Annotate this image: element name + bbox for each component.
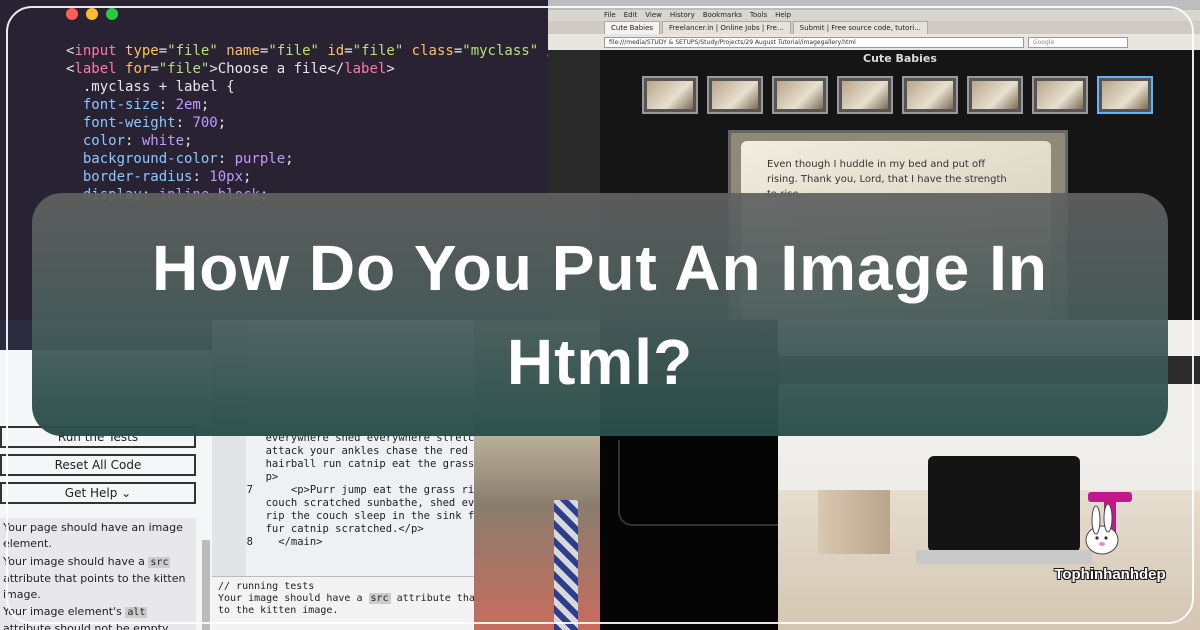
- gallery-thumbnail[interactable]: [707, 76, 763, 114]
- browser-menubar: File Edit View History Bookmarks Tools Help: [548, 10, 1200, 21]
- code-line: border-radius: 10px;: [66, 169, 252, 185]
- code-line: color: white;: [66, 133, 193, 149]
- gallery-thumbnail[interactable]: [967, 76, 1023, 114]
- browser-tab[interactable]: Freelancer.in | Online Jobs | Fre...: [662, 21, 791, 34]
- test-hint: Your image should have a src attribute t…: [0, 552, 196, 605]
- logo-text: Tophinhanhdep: [1054, 566, 1166, 583]
- rabbit-logo-icon: [1085, 492, 1132, 555]
- thumbnail-strip: [642, 76, 1153, 114]
- menu-item[interactable]: History: [670, 10, 695, 21]
- os-title-bar: [548, 0, 1200, 10]
- menu-item[interactable]: Tools: [750, 10, 767, 21]
- gallery-thumbnail[interactable]: [642, 76, 698, 114]
- gallery-thumbnail[interactable]: [772, 76, 828, 114]
- gallery-thumbnail[interactable]: [1032, 76, 1088, 114]
- code-line: font-weight: 700;: [66, 115, 227, 131]
- page-title: How Do You Put An Image In Html?: [152, 231, 1048, 398]
- maximize-dot-icon[interactable]: [106, 8, 118, 20]
- test-hint: Your image element's alt attribute shoul…: [0, 602, 196, 630]
- minimize-dot-icon[interactable]: [86, 8, 98, 20]
- title-banner: How Do You Put An Image In Html?: [32, 193, 1168, 436]
- brand-logo[interactable]: Tophinhanhdep: [1040, 488, 1180, 598]
- scrollbar[interactable]: [202, 540, 210, 630]
- browser-navbar: file:///media/STUDY & SETUPS/Study/Proje…: [548, 34, 1200, 50]
- code-line: font-size: 2em;: [66, 97, 210, 113]
- code-lines: <input type="file" name="file" id="file"…: [66, 42, 548, 204]
- reset-code-button[interactable]: Reset All Code: [0, 454, 196, 476]
- code-line: background-color: purple;: [66, 151, 294, 167]
- code-line: <input type="file" name="file" id="file"…: [66, 43, 548, 59]
- menu-item[interactable]: View: [645, 10, 662, 21]
- test-console: // running tests Your image should have …: [212, 576, 474, 630]
- editor-code[interactable]: everywhere shed everywhere stretching at…: [234, 432, 474, 549]
- search-input[interactable]: Google: [1028, 36, 1128, 48]
- browser-tabbar: Cute Babies Freelancer.in | Online Jobs …: [548, 21, 1200, 34]
- window-controls: [66, 8, 118, 20]
- menu-item[interactable]: Edit: [624, 10, 638, 21]
- menu-item[interactable]: Bookmarks: [703, 10, 742, 21]
- gallery-thumbnail[interactable]: [902, 76, 958, 114]
- gallery-thumbnail[interactable]: [837, 76, 893, 114]
- close-dot-icon[interactable]: [66, 8, 78, 20]
- code-line: <label for="file">Choose a file</label>: [66, 61, 395, 77]
- gallery-title: Cute Babies: [863, 52, 937, 65]
- gallery-thumbnail-selected[interactable]: [1097, 76, 1153, 114]
- browser-tab[interactable]: Submit | Free source code, tutori...: [792, 21, 928, 34]
- get-help-button[interactable]: Get Help ⌄: [0, 482, 196, 504]
- menu-item[interactable]: File: [604, 10, 616, 21]
- code-line: .myclass + label {: [66, 79, 235, 95]
- address-bar[interactable]: file:///media/STUDY & SETUPS/Study/Proje…: [604, 36, 1024, 48]
- test-hint: Your page should have an image element.: [0, 518, 196, 554]
- menu-item[interactable]: Help: [775, 10, 791, 21]
- browser-tab[interactable]: Cute Babies: [604, 21, 661, 34]
